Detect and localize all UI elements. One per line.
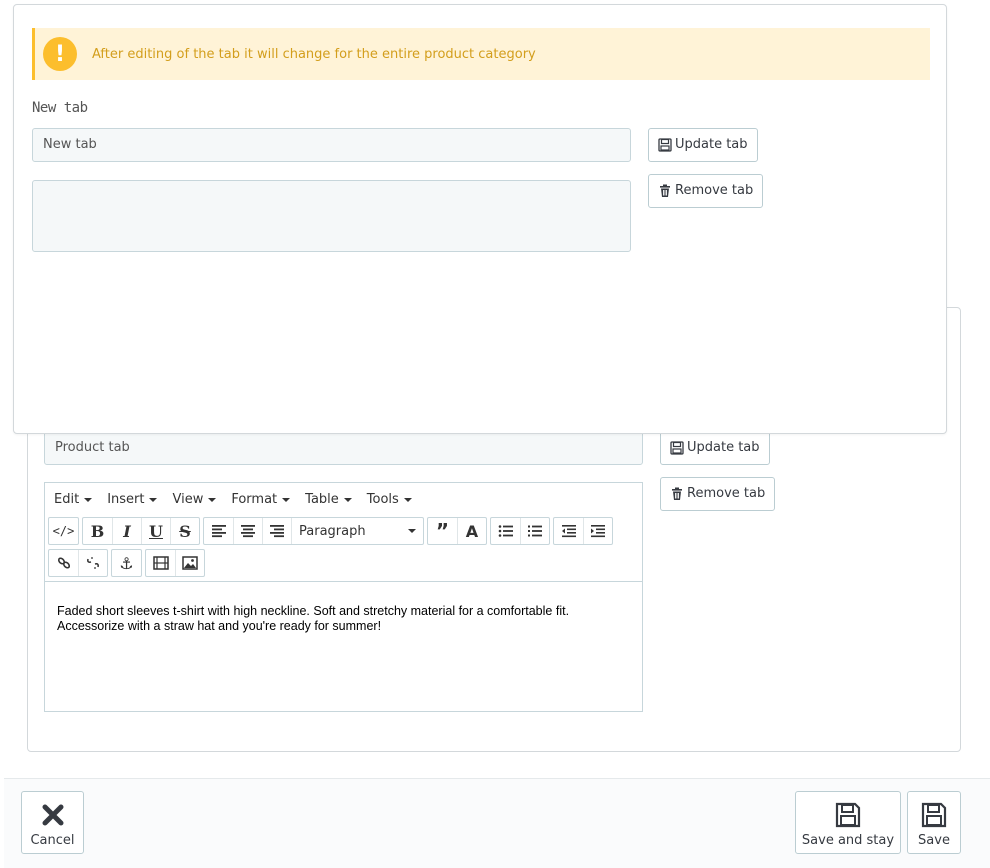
remove-tab-label: Remove tab — [687, 486, 766, 501]
alert-text: After editing of the tab it will change … — [92, 46, 536, 62]
save-icon — [921, 802, 947, 828]
menu-format[interactable]: Format — [231, 492, 291, 507]
trash-icon — [672, 487, 682, 500]
menu-table[interactable]: Table — [305, 492, 352, 507]
unlink-icon[interactable] — [78, 550, 107, 576]
remove-tab-label: Remove tab — [675, 183, 754, 198]
editor-toolbar-row-2: ⚓ — [48, 549, 205, 577]
save-button[interactable]: Save — [907, 791, 961, 854]
product-tab-title-input[interactable]: Product tab — [44, 431, 643, 465]
indent-icon[interactable] — [583, 518, 612, 544]
menu-tools[interactable]: Tools — [367, 492, 412, 507]
menu-table-label: Table — [305, 492, 339, 507]
save-label: Save — [918, 833, 950, 848]
update-tab-button[interactable]: Update tab — [660, 431, 770, 465]
caret-down-icon — [84, 497, 93, 502]
new-tab-label: New tab — [32, 100, 88, 116]
remove-tab-button[interactable]: Remove tab — [660, 477, 776, 511]
image-icon[interactable] — [175, 550, 204, 576]
bold-icon[interactable]: B — [83, 518, 112, 544]
anchor-icon[interactable]: ⚓ — [112, 550, 141, 576]
menu-insert-label: Insert — [107, 492, 145, 507]
bullet-list-icon[interactable] — [491, 518, 520, 544]
menu-format-label: Format — [231, 492, 278, 507]
form-footer: Cancel Save and stay Save — [4, 778, 990, 868]
text-color-icon[interactable]: A — [457, 518, 486, 544]
new-tab-title-input[interactable]: New tab — [32, 128, 631, 162]
new-tab-content-textarea[interactable] — [32, 180, 631, 252]
save-icon — [835, 802, 861, 828]
remove-tab-button[interactable]: Remove tab — [648, 174, 764, 208]
editor-content[interactable]: Faded short sleeves t-shirt with high ne… — [45, 581, 642, 711]
link-icon[interactable] — [49, 550, 78, 576]
exclamation-icon: ! — [43, 37, 77, 71]
update-tab-label: Update tab — [675, 137, 748, 152]
caret-down-icon — [282, 497, 291, 502]
caret-down-icon — [408, 529, 416, 533]
floppy-icon — [658, 138, 672, 152]
underline-icon[interactable]: U — [141, 518, 170, 544]
close-icon — [42, 804, 63, 826]
align-left-icon[interactable] — [204, 518, 233, 544]
cancel-label: Cancel — [30, 833, 75, 848]
outdent-icon[interactable] — [554, 518, 583, 544]
caret-down-icon — [343, 497, 352, 502]
page-container: Product tab Update tab Remove tab Edit I… — [0, 0, 990, 868]
menu-insert[interactable]: Insert — [107, 492, 158, 507]
save-and-stay-button[interactable]: Save and stay — [795, 791, 901, 854]
trash-icon — [660, 184, 670, 197]
update-tab-button[interactable]: Update tab — [648, 128, 758, 162]
menu-edit-label: Edit — [54, 492, 80, 507]
caret-down-icon — [403, 497, 412, 502]
italic-icon[interactable]: I — [112, 518, 141, 544]
caret-down-icon — [149, 497, 158, 502]
new-tab-panel: ! After editing of the tab it will chang… — [13, 4, 947, 434]
save-and-stay-label: Save and stay — [801, 833, 895, 848]
menu-view[interactable]: View — [172, 492, 217, 507]
editor-menubar: Edit Insert View Format Table Tools — [45, 483, 642, 516]
align-center-icon[interactable] — [233, 518, 262, 544]
menu-edit[interactable]: Edit — [54, 492, 93, 507]
rich-text-editor: Edit Insert View Format Table Tools </> … — [44, 482, 643, 712]
update-tab-label: Update tab — [687, 440, 760, 455]
cancel-button[interactable]: Cancel — [21, 791, 84, 854]
floppy-icon — [670, 441, 684, 455]
strikethrough-icon[interactable]: S — [170, 518, 199, 544]
caret-down-icon — [208, 497, 217, 502]
menu-tools-label: Tools — [366, 492, 399, 507]
blockquote-icon[interactable]: ” — [428, 518, 457, 544]
source-code-icon[interactable]: </> — [49, 518, 78, 544]
align-right-icon[interactable] — [262, 518, 291, 544]
format-select-value: Paragraph — [299, 523, 366, 539]
format-select[interactable]: Paragraph — [291, 518, 423, 544]
numbered-list-icon[interactable] — [520, 518, 549, 544]
menu-view-label: View — [172, 492, 204, 507]
editor-toolbar-row-1: </> B I U S Paragraph ” A — [48, 517, 613, 545]
warning-alert: ! After editing of the tab it will chang… — [32, 28, 930, 80]
video-icon[interactable] — [146, 550, 175, 576]
